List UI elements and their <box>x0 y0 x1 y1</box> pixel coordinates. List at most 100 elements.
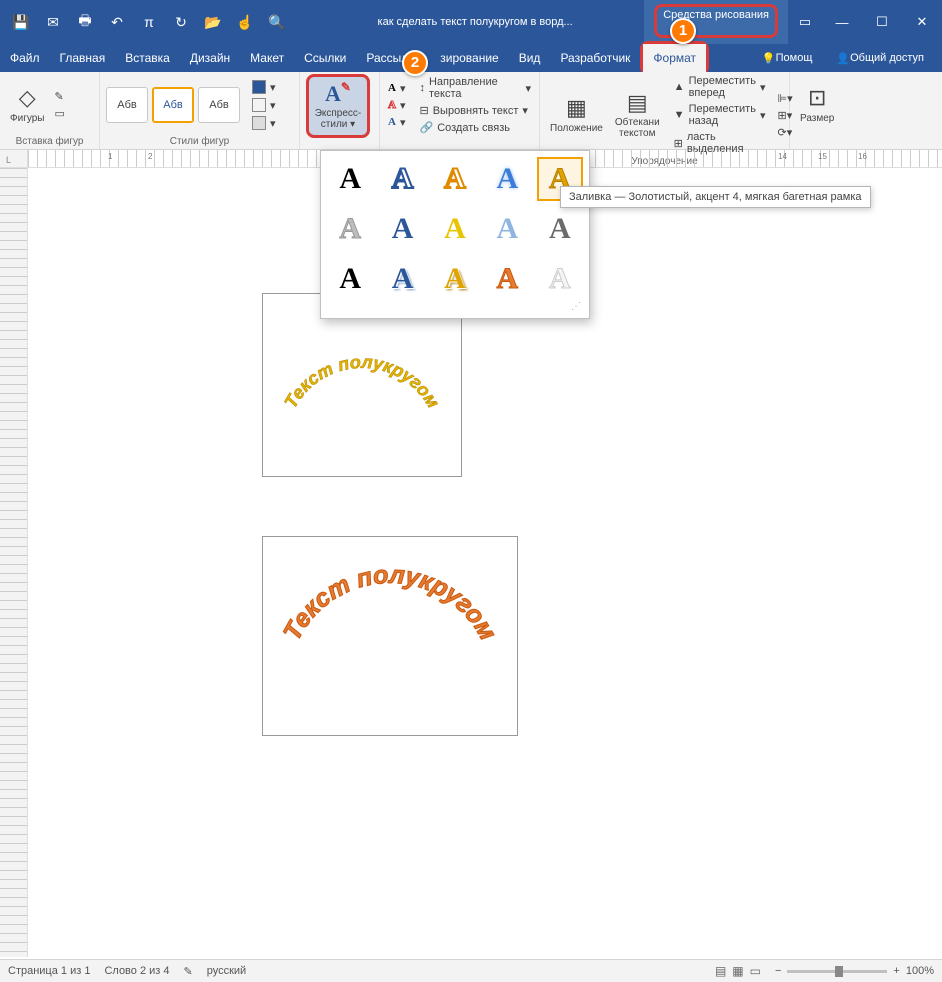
wordart-style-10[interactable]: A <box>537 207 583 251</box>
zoom-in-button[interactable]: + <box>893 965 899 977</box>
shape-style-3[interactable]: Абв <box>198 87 240 123</box>
contextual-tab-group: Средства рисования <box>644 0 788 44</box>
quick-access-toolbar: 💾 ✉ 🖶 ↶ π ↻ 📂 ☝ 🔍 <box>0 13 298 31</box>
share-label: Общий доступ <box>850 52 924 64</box>
undo-icon[interactable]: ↶ <box>108 13 126 31</box>
gallery-resize-handle[interactable]: ⋰ <box>327 301 583 312</box>
ribbon-tabs: Файл Главная Вставка Дизайн Макет Ссылки… <box>0 44 942 72</box>
svg-text:Текст полукругом: Текст полукругом <box>278 561 502 645</box>
create-link-label: Создать связь <box>437 122 510 134</box>
text-direction-button[interactable]: ↕ Направление текста ▾ <box>417 75 533 101</box>
share-button[interactable]: 👤 Общий доступ <box>826 44 934 72</box>
shape-outline-button[interactable]: ▾ <box>250 97 278 113</box>
print-layout-icon[interactable]: ▦ <box>732 964 743 978</box>
position-button[interactable]: ▦ Положение <box>546 94 607 135</box>
tab-references[interactable]: Ссылки <box>294 44 356 72</box>
status-proofing-icon[interactable]: ✎ <box>184 965 193 978</box>
wordart-style-11[interactable]: A <box>327 257 373 301</box>
align-text-label: Выровнять текст <box>433 105 519 117</box>
wrap-text-button[interactable]: ▤ Обтекани текстом <box>611 89 664 141</box>
wordart-style-2[interactable]: A <box>379 157 425 201</box>
tab-file[interactable]: Файл <box>0 44 50 72</box>
shape-fill-button[interactable]: ▾ <box>250 79 278 95</box>
wrap-label-2: текстом <box>619 128 655 139</box>
wordart-style-1[interactable]: A <box>327 157 373 201</box>
status-bar: Страница 1 из 1 Слово 2 из 4 ✎ русский ▤… <box>0 959 942 982</box>
status-language[interactable]: русский <box>207 965 246 977</box>
status-page[interactable]: Страница 1 из 1 <box>8 965 90 977</box>
wordart-icon: A✎ <box>325 82 351 106</box>
read-mode-icon[interactable]: ▤ <box>715 964 726 978</box>
zoom-thumb[interactable] <box>835 966 843 977</box>
tab-design[interactable]: Дизайн <box>180 44 240 72</box>
tab-review[interactable]: зирование <box>430 44 508 72</box>
shapes-button[interactable]: ◇ Фигуры <box>6 84 48 125</box>
wordart-style-3[interactable]: A <box>432 157 478 201</box>
tell-me[interactable]: 💡 Помощ <box>752 44 822 72</box>
bring-forward-button[interactable]: ▲ Переместить вперед ▾ <box>672 74 768 100</box>
tab-home[interactable]: Главная <box>50 44 116 72</box>
bring-forward-label: Переместить вперед <box>689 75 756 99</box>
wordart-style-gallery[interactable]: A A A A A A A A A A A A A A A ⋰ <box>320 150 590 319</box>
size-label: Размер <box>800 113 834 124</box>
zoom-out-button[interactable]: − <box>775 965 781 977</box>
pi-icon[interactable]: π <box>140 13 158 31</box>
wordart-style-9[interactable]: A <box>484 207 530 251</box>
minimize-button[interactable]: — <box>822 0 862 44</box>
shape-style-2[interactable]: Абв <box>152 87 194 123</box>
mail-icon[interactable]: ✉ <box>44 13 62 31</box>
textbox-2[interactable]: Текст полукругом <box>262 536 518 736</box>
preview-icon[interactable]: 🔍 <box>268 13 286 31</box>
tab-view[interactable]: Вид <box>509 44 551 72</box>
express-label-2: стили ▾ <box>321 119 355 130</box>
express-styles-button[interactable]: A✎ Экспресс- стили ▾ <box>306 74 370 138</box>
status-words[interactable]: Слово 2 из 4 <box>104 965 169 977</box>
align-text-button[interactable]: ⊟ Выровнять текст ▾ <box>417 103 533 118</box>
text-effects-button[interactable]: A▾ <box>386 115 407 130</box>
ribbon: ◇ Фигуры ✎ ▭ Вставка фигур Абв Абв Абв ▾… <box>0 72 942 150</box>
maximize-button[interactable]: ☐ <box>862 0 902 44</box>
text-box-icon[interactable]: ▭ <box>52 106 66 121</box>
text-outline-button[interactable]: A▾ <box>386 98 407 113</box>
touch-icon[interactable]: ☝ <box>236 13 254 31</box>
redo-icon[interactable]: ↻ <box>172 13 190 31</box>
position-label: Положение <box>550 123 603 134</box>
shapes-icon: ◇ <box>19 86 36 110</box>
wordart-style-12[interactable]: A <box>379 257 425 301</box>
wordart-style-4[interactable]: A <box>484 157 530 201</box>
wordart-style-15[interactable]: A <box>537 257 583 301</box>
send-back-label: Переместить назад <box>689 103 756 127</box>
print-icon[interactable]: 🖶 <box>76 13 94 31</box>
wordart-style-8[interactable]: A <box>432 207 478 251</box>
close-button[interactable]: ✕ <box>902 0 942 44</box>
position-icon: ▦ <box>566 96 587 120</box>
size-button[interactable]: ⊡ Размер <box>796 84 838 125</box>
zoom-level[interactable]: 100% <box>906 965 934 977</box>
tab-layout[interactable]: Макет <box>240 44 294 72</box>
tab-developer[interactable]: Разработчик <box>550 44 640 72</box>
shape-style-gallery[interactable]: Абв Абв Абв <box>106 87 240 123</box>
vertical-ruler[interactable] <box>0 168 28 957</box>
text-fill-button[interactable]: A▾ <box>386 81 407 96</box>
create-link-button[interactable]: 🔗 Создать связь <box>417 120 533 135</box>
save-icon[interactable]: 💾 <box>12 13 30 31</box>
web-layout-icon[interactable]: ▭ <box>750 964 761 978</box>
shape-effects-button[interactable]: ▾ <box>250 115 278 131</box>
tell-me-label: Помощ <box>776 52 813 64</box>
textbox-1[interactable]: Текст полукругом <box>262 293 462 477</box>
open-icon[interactable]: 📂 <box>204 13 222 31</box>
tab-insert[interactable]: Вставка <box>115 44 180 72</box>
tab-format[interactable]: Формат <box>643 44 706 72</box>
edit-shape-icon[interactable]: ✎ <box>52 89 66 104</box>
wordart-style-14[interactable]: A <box>484 257 530 301</box>
view-mode-buttons: ▤ ▦ ▭ <box>715 964 761 978</box>
wordart-arch-1: Текст полукругом <box>272 344 452 464</box>
ribbon-options-icon[interactable]: ▭ <box>788 0 822 44</box>
send-back-button[interactable]: ▼ Переместить назад ▾ <box>672 102 768 128</box>
shape-style-1[interactable]: Абв <box>106 87 148 123</box>
wordart-style-6[interactable]: A <box>327 207 373 251</box>
wordart-style-7[interactable]: A <box>379 207 425 251</box>
wordart-style-13[interactable]: A <box>432 257 478 301</box>
svg-text:Текст полукругом: Текст полукругом <box>280 352 443 412</box>
zoom-slider[interactable] <box>787 970 887 973</box>
